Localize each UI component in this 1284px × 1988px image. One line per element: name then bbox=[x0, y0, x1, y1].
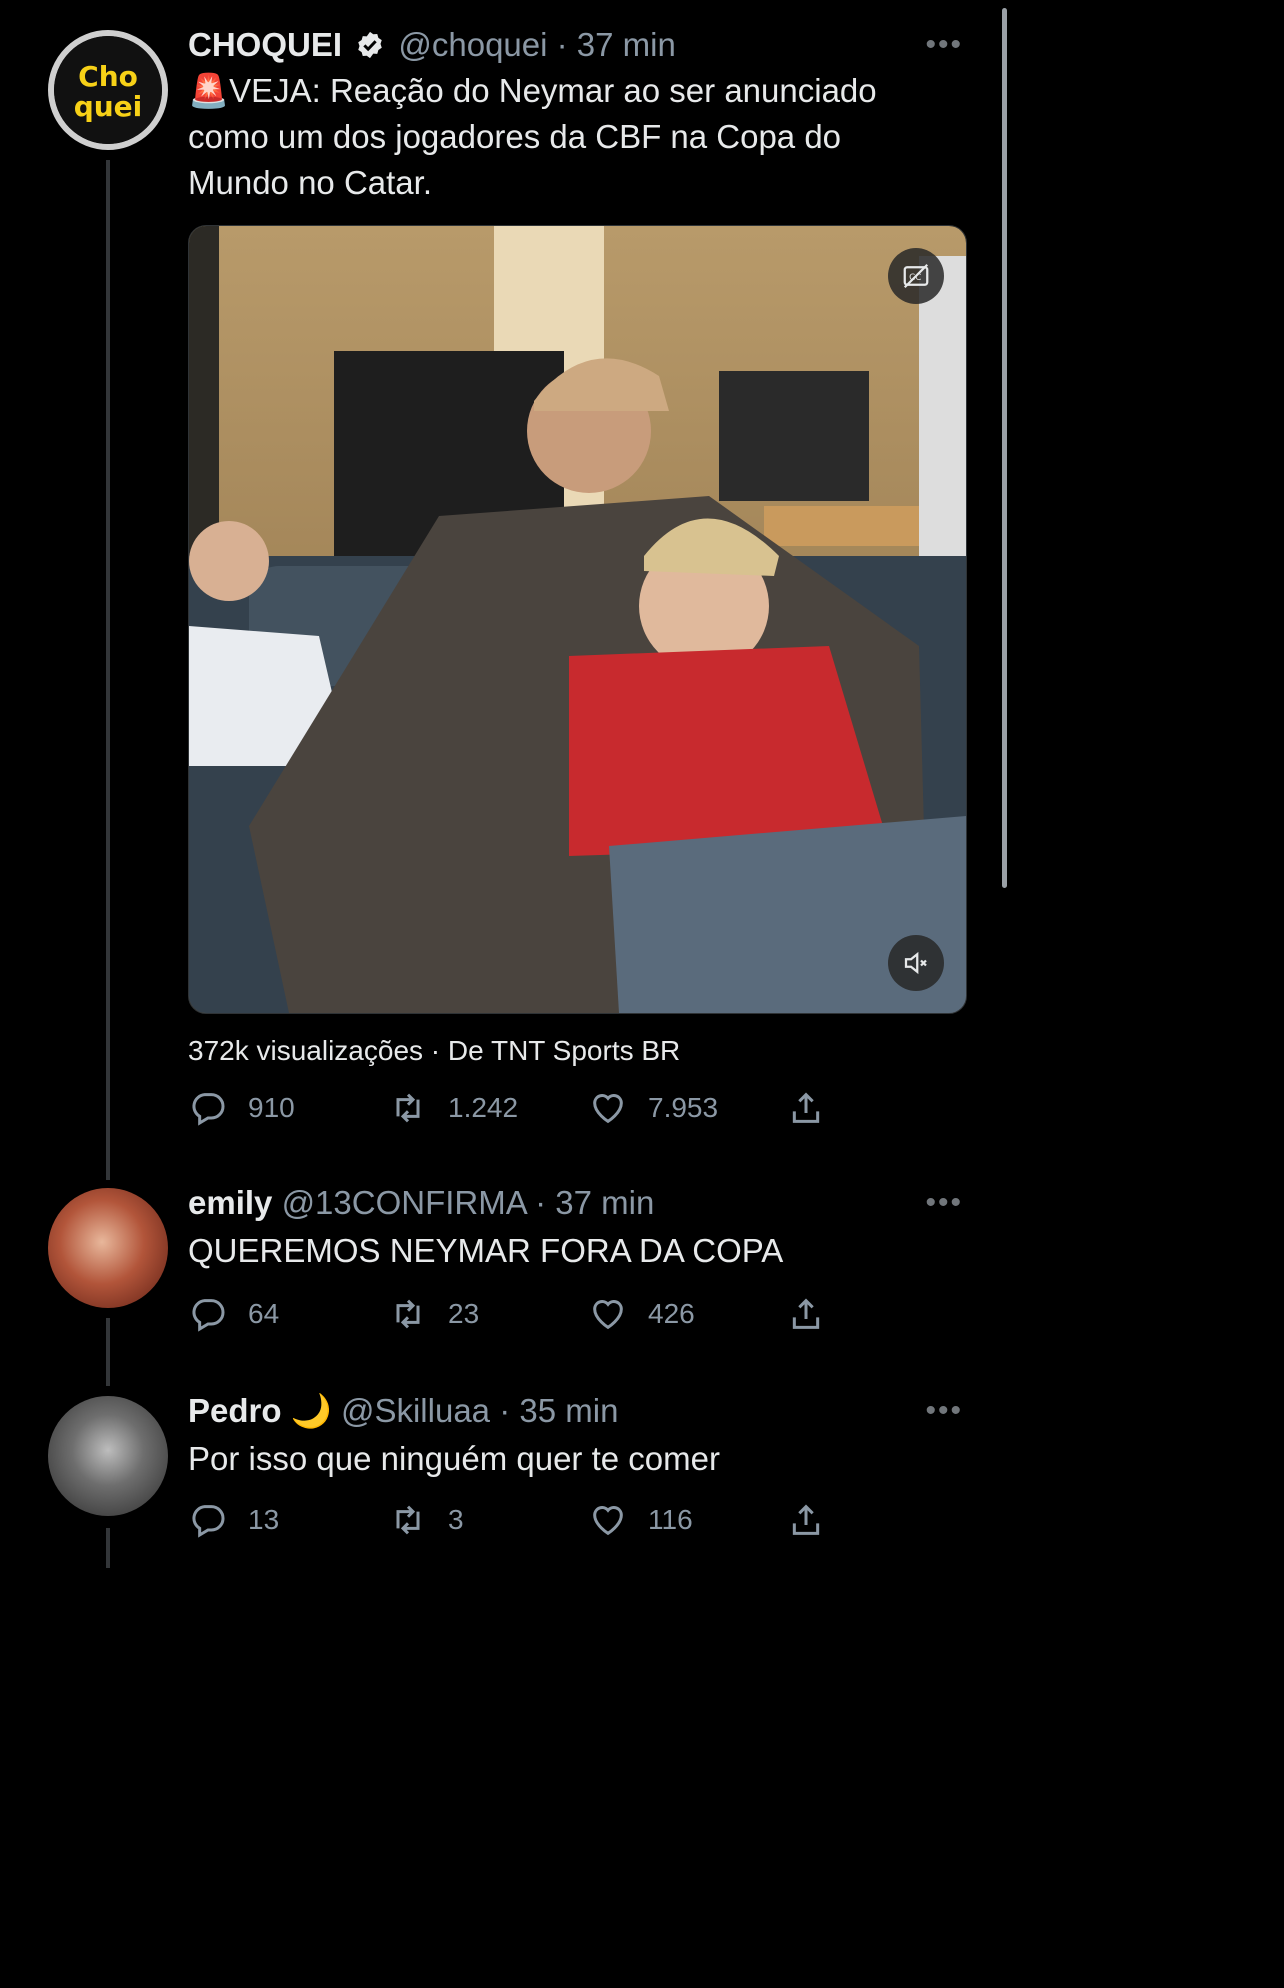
retweet-icon bbox=[396, 1505, 420, 1535]
more-icon[interactable]: ••• bbox=[925, 1186, 963, 1220]
tweet-time[interactable]: · 37 min bbox=[557, 26, 676, 63]
tweet-header: Pedro 🌙 @Skilluaa · 35 min bbox=[188, 1392, 618, 1430]
like-icon bbox=[593, 1506, 623, 1536]
like-count: 116 bbox=[648, 1504, 693, 1535]
tweet-text: QUEREMOS NEYMAR FORA DA COPA bbox=[188, 1232, 784, 1269]
share-icon bbox=[792, 1504, 820, 1535]
tweet-header: CHOQUEI @choquei · 37 min bbox=[188, 26, 676, 68]
avatar-logo-bottom: quei bbox=[74, 90, 143, 123]
tweet-header: emily @13CONFIRMA · 37 min bbox=[188, 1184, 654, 1222]
author-handle[interactable]: @13CONFIRMA bbox=[282, 1184, 526, 1221]
view-count: 372k visualizações · De TNT Sports BR bbox=[188, 1035, 681, 1066]
reply-tweet[interactable]: Pedro 🌙 @Skilluaa · 35 min ••• Por isso … bbox=[0, 1386, 1013, 1556]
author-name[interactable]: CHOQUEI bbox=[188, 26, 342, 63]
tweet-body: VEJA: Reação do Neymar ao ser anunciado … bbox=[188, 72, 877, 201]
avatar[interactable] bbox=[48, 1188, 168, 1308]
reply-tweet[interactable]: emily @13CONFIRMA · 37 min ••• QUEREMOS … bbox=[0, 1180, 1013, 1350]
like-icon bbox=[593, 1300, 623, 1330]
share-button[interactable] bbox=[786, 1088, 846, 1128]
retweet-count: 23 bbox=[448, 1298, 480, 1329]
tweet-text: Por isso que ninguém quer te comer bbox=[188, 1440, 720, 1477]
retweet-button[interactable]: 1.242 bbox=[388, 1088, 518, 1128]
share-button[interactable] bbox=[786, 1294, 846, 1334]
like-icon bbox=[593, 1094, 623, 1124]
retweet-count: 1.242 bbox=[448, 1092, 519, 1123]
author-handle[interactable]: @choquei bbox=[398, 26, 547, 63]
reply-icon bbox=[192, 1093, 225, 1126]
retweet-button[interactable]: 3 bbox=[388, 1500, 464, 1540]
captions-off-icon[interactable]: CC bbox=[888, 248, 944, 304]
verified-icon bbox=[355, 30, 385, 68]
video-frame bbox=[189, 226, 966, 1013]
mute-icon[interactable] bbox=[888, 935, 944, 991]
tweet-text: 🚨VEJA: Reação do Neymar ao ser anunciado… bbox=[188, 68, 948, 206]
moon-emoji: 🌙 bbox=[290, 1392, 332, 1429]
author-name[interactable]: emily bbox=[188, 1184, 272, 1221]
more-icon[interactable]: ••• bbox=[925, 1394, 963, 1428]
video-player[interactable]: CC bbox=[188, 225, 967, 1014]
tweet-actions: 910 1.242 7.953 bbox=[188, 1088, 848, 1128]
retweet-count: 3 bbox=[448, 1504, 464, 1535]
reply-icon bbox=[192, 1299, 225, 1332]
svg-text:CC: CC bbox=[909, 273, 921, 283]
tweet-time[interactable]: · 35 min bbox=[499, 1392, 618, 1429]
reply-button[interactable]: 64 bbox=[188, 1294, 279, 1334]
tweet-actions: 13 3 116 bbox=[188, 1500, 848, 1540]
retweet-button[interactable]: 23 bbox=[388, 1294, 479, 1334]
tweet-time[interactable]: · 37 min bbox=[535, 1184, 654, 1221]
share-button[interactable] bbox=[786, 1500, 846, 1540]
author-handle[interactable]: @Skilluaa bbox=[341, 1392, 490, 1429]
avatar-logo-top: Cho bbox=[78, 60, 138, 93]
choquei-logo: Cho quei bbox=[54, 36, 162, 144]
reply-count: 13 bbox=[248, 1504, 280, 1535]
reply-button[interactable]: 910 bbox=[188, 1088, 295, 1128]
reply-icon bbox=[192, 1505, 225, 1538]
author-name[interactable]: Pedro bbox=[188, 1392, 282, 1429]
main-tweet[interactable]: Cho quei CHOQUEI @choquei · 37 min ••• 🚨… bbox=[0, 0, 1013, 1160]
like-button[interactable]: 116 bbox=[588, 1500, 693, 1540]
reply-count: 64 bbox=[248, 1298, 280, 1329]
retweet-icon bbox=[396, 1299, 420, 1329]
retweet-icon bbox=[396, 1093, 420, 1123]
share-icon bbox=[792, 1092, 820, 1123]
share-icon bbox=[792, 1298, 820, 1329]
like-count: 7.953 bbox=[648, 1092, 719, 1123]
like-count: 426 bbox=[648, 1298, 695, 1329]
siren-emoji: 🚨 bbox=[188, 72, 230, 109]
avatar[interactable]: Cho quei bbox=[48, 30, 168, 150]
like-button[interactable]: 7.953 bbox=[588, 1088, 718, 1128]
reply-count: 910 bbox=[248, 1092, 295, 1123]
like-button[interactable]: 426 bbox=[588, 1294, 695, 1334]
reply-button[interactable]: 13 bbox=[188, 1500, 279, 1540]
more-icon[interactable]: ••• bbox=[925, 28, 963, 62]
tweet-actions: 64 23 426 bbox=[188, 1294, 848, 1334]
avatar[interactable] bbox=[48, 1396, 168, 1516]
